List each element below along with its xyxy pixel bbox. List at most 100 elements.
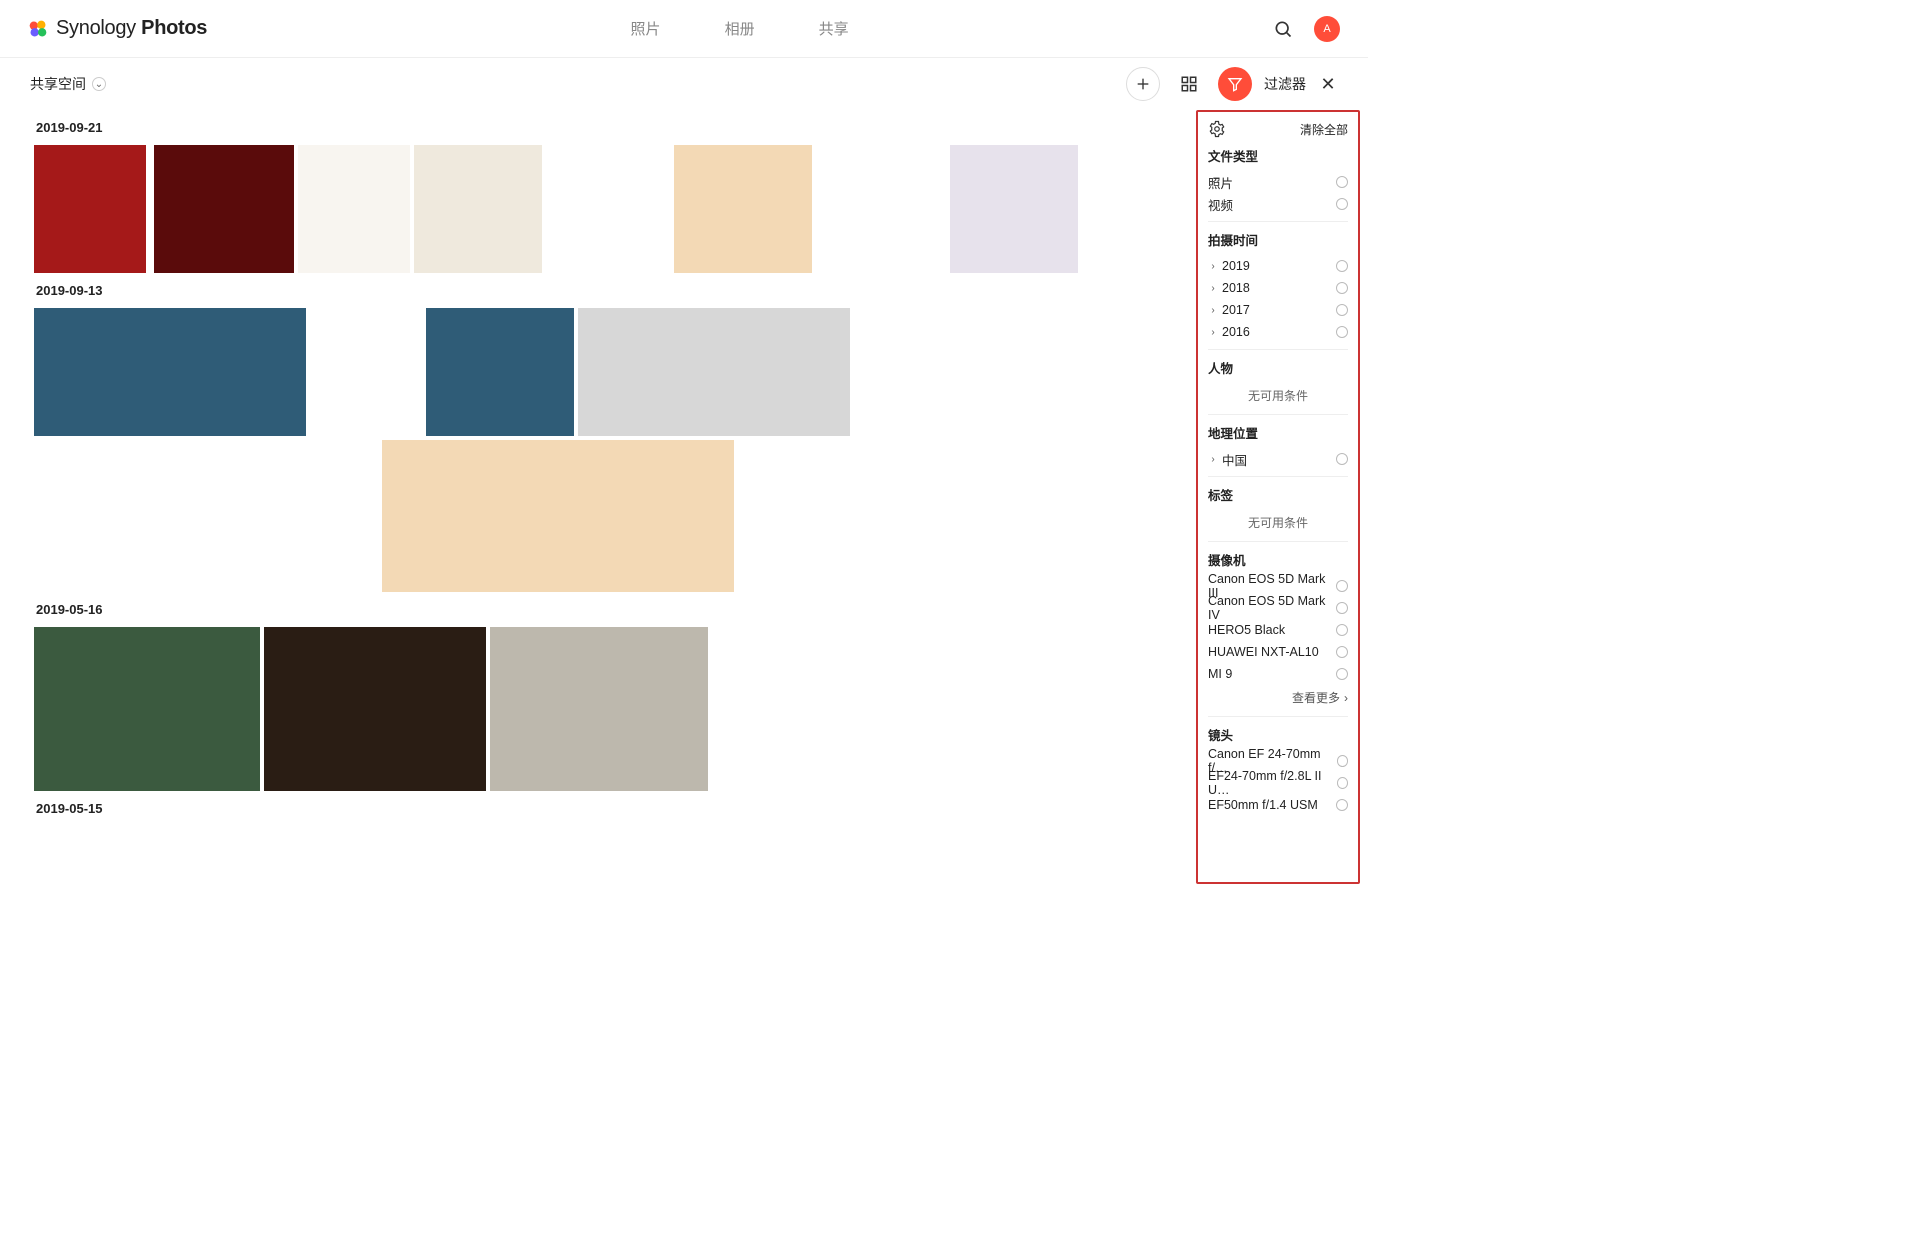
thumb-row: [34, 308, 1184, 436]
filter-item-lens[interactable]: EF24-70mm f/2.8L II U…: [1208, 772, 1348, 794]
radio-icon: [1337, 755, 1348, 767]
photo-thumb[interactable]: [854, 308, 1118, 436]
radio-icon: [1336, 326, 1348, 338]
filter-section-title: 人物: [1208, 358, 1348, 377]
radio-icon: [1336, 453, 1348, 465]
close-icon[interactable]: ✕: [1318, 74, 1338, 94]
gear-icon[interactable]: [1208, 120, 1226, 138]
toolbar: 共享空间 ⌄ 过滤器 ✕: [0, 58, 1368, 110]
radio-icon: [1336, 176, 1348, 188]
chevron-down-icon: ⌄: [92, 77, 106, 91]
photo-thumb[interactable]: [546, 145, 670, 273]
photo-thumb[interactable]: [34, 308, 306, 436]
filter-item-camera[interactable]: Canon EOS 5D Mark IV: [1208, 597, 1348, 619]
radio-icon: [1336, 646, 1348, 658]
radio-icon: [1336, 602, 1348, 614]
add-button[interactable]: [1126, 67, 1160, 101]
radio-icon: [1336, 304, 1348, 316]
chevron-right-icon: ›: [1208, 454, 1218, 465]
chevron-right-icon: ›: [1344, 691, 1348, 705]
chevron-right-icon: ›: [1208, 305, 1218, 316]
tab-share[interactable]: 共享: [819, 18, 849, 39]
chevron-right-icon: ›: [1208, 283, 1218, 294]
radio-icon: [1336, 624, 1348, 636]
gallery: 2019-09-21 2019-09-13: [0, 110, 1196, 884]
filter-item-geo[interactable]: ›中国: [1208, 448, 1348, 470]
date-group: 2019-05-15: [34, 801, 1184, 816]
filter-show-more[interactable]: 查看更多›: [1208, 685, 1348, 710]
filter-section-title: 摄像机: [1208, 550, 1348, 569]
filter-item-year[interactable]: ›2017: [1208, 299, 1348, 321]
filter-empty: 无可用条件: [1208, 510, 1348, 535]
filter-item-camera[interactable]: HERO5 Black: [1208, 619, 1348, 641]
filter-panel-head: 清除全部: [1208, 120, 1348, 138]
filter-item-year[interactable]: ›2019: [1208, 255, 1348, 277]
filter-item-year[interactable]: ›2018: [1208, 277, 1348, 299]
photo-thumb[interactable]: [264, 627, 486, 791]
filter-section-title: 拍摄时间: [1208, 230, 1348, 249]
space-label: 共享空间: [30, 74, 86, 94]
filter-button[interactable]: [1218, 67, 1252, 101]
clear-all-button[interactable]: 清除全部: [1300, 121, 1348, 138]
avatar[interactable]: A: [1314, 16, 1340, 42]
date-label: 2019-05-15: [36, 801, 1184, 816]
photo-thumb[interactable]: [298, 145, 410, 273]
date-label: 2019-05-16: [36, 602, 1184, 617]
photo-thumb[interactable]: [34, 145, 150, 273]
app-header: Synology Photos 照片 相册 共享 A: [0, 0, 1368, 58]
radio-icon: [1336, 282, 1348, 294]
photo-thumb[interactable]: [414, 145, 542, 273]
photo-thumb[interactable]: [578, 308, 850, 436]
filter-item-camera[interactable]: MI 9: [1208, 663, 1348, 685]
layout-grid-icon[interactable]: [1172, 67, 1206, 101]
date-group: 2019-09-21: [34, 120, 1184, 273]
brand: Synology Photos: [28, 17, 207, 40]
photo-thumb[interactable]: [310, 308, 422, 436]
tab-albums[interactable]: 相册: [725, 18, 755, 39]
radio-icon: [1336, 198, 1348, 210]
thumb-row: [34, 627, 1184, 791]
content: 2019-09-21 2019-09-13: [0, 110, 1368, 884]
filter-section-title: 文件类型: [1208, 146, 1348, 165]
filter-item-lens[interactable]: EF50mm f/1.4 USM: [1208, 794, 1348, 816]
radio-icon: [1336, 260, 1348, 272]
photo-thumb[interactable]: [34, 627, 260, 791]
filter-item-camera[interactable]: HUAWEI NXT-AL10: [1208, 641, 1348, 663]
date-group: 2019-09-13: [34, 283, 1184, 592]
filter-panel: 清除全部 文件类型 照片 视频 拍摄时间 ›2019 ›2018 ›2017 ›…: [1196, 110, 1360, 884]
filter-item-year[interactable]: ›2016: [1208, 321, 1348, 343]
thumb-row: [34, 440, 1184, 592]
filter-section-title: 地理位置: [1208, 423, 1348, 442]
photo-thumb[interactable]: [426, 308, 574, 436]
filter-item-video[interactable]: 视频: [1208, 193, 1348, 215]
chevron-right-icon: ›: [1208, 261, 1218, 272]
brand-logo-icon: [28, 19, 48, 39]
date-label: 2019-09-21: [36, 120, 1184, 135]
date-group: 2019-05-16: [34, 602, 1184, 791]
filter-item-photo[interactable]: 照片: [1208, 171, 1348, 193]
photo-thumb[interactable]: [34, 440, 190, 592]
radio-icon: [1336, 580, 1348, 592]
photo-thumb[interactable]: [194, 440, 378, 592]
space-selector[interactable]: 共享空间 ⌄: [30, 74, 106, 94]
photo-thumb[interactable]: [816, 145, 946, 273]
chevron-right-icon: ›: [1208, 327, 1218, 338]
photo-thumb[interactable]: [490, 627, 708, 791]
brand-name: Synology Photos: [56, 17, 207, 40]
filter-empty: 无可用条件: [1208, 383, 1348, 408]
thumb-row: [34, 145, 1184, 273]
photo-thumb[interactable]: [382, 440, 734, 592]
photo-thumb[interactable]: [950, 145, 1078, 273]
radio-icon: [1337, 777, 1348, 789]
header-right: A: [1272, 16, 1340, 42]
radio-icon: [1336, 799, 1348, 811]
search-icon[interactable]: [1272, 18, 1294, 40]
brand-name-bold: Photos: [141, 17, 207, 39]
main-tabs: 照片 相册 共享: [207, 18, 1272, 39]
date-label: 2019-09-13: [36, 283, 1184, 298]
filter-button-label: 过滤器: [1264, 74, 1306, 94]
filter-section-title: 标签: [1208, 485, 1348, 504]
photo-thumb[interactable]: [674, 145, 812, 273]
tab-photos[interactable]: 照片: [631, 18, 661, 39]
photo-thumb[interactable]: [154, 145, 294, 273]
